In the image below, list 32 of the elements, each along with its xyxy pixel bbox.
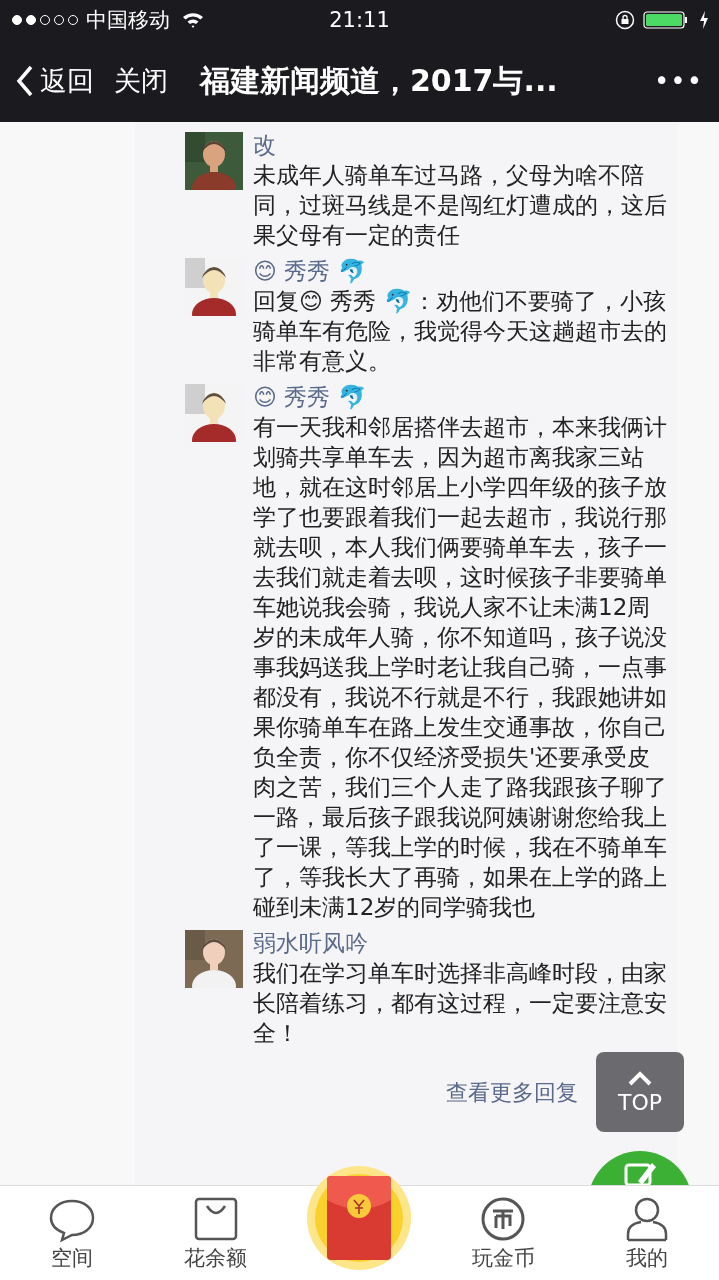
comment-text: 回复😊 秀秀 🐬：劝他们不要骑了，小孩骑单车有危险，我觉得今天这趟超市去的非常有意义。 [253,287,667,376]
page-title: 福建新闻频道，2017与... [200,61,559,100]
rotation-lock-icon [615,10,635,30]
commenter-name[interactable]: 弱水听风吟 [253,928,368,958]
chevron-up-icon [627,1069,653,1086]
comment-text: 未成年人骑单车过马路，父母为啥不陪同，过斑马线是不是闯红灯遭成的，这后果父母有一定的责任 [253,161,667,250]
tab-item[interactable]: 空间 [11,1198,132,1272]
chevron-left-icon [16,65,34,97]
carrier-name: 中国移动 [86,7,170,34]
signal-dot-icon [12,15,22,25]
charging-bolt-icon [699,10,709,30]
more-replies-link[interactable]: 查看更多回复 [446,1078,578,1108]
clock-time: 21:11 [329,8,390,32]
chat-bubble-icon [47,1198,96,1242]
back-button[interactable]: 返回 [16,63,94,99]
tab-item[interactable]: 我的 [587,1196,708,1272]
commenter-name[interactable]: 😊 秀秀 🐬 [253,256,367,286]
money-envelope-icon [307,1166,412,1270]
tab-item[interactable]: 花余额 [155,1196,276,1272]
close-link[interactable]: 关闭 [114,63,168,99]
wifi-icon [182,12,204,28]
shopping-bag-icon [192,1196,239,1242]
commenter-name[interactable]: 😊 秀秀 🐬 [253,382,367,412]
back-to-top-button[interactable]: TOP [596,1052,684,1132]
coin-icon [480,1196,527,1242]
commenter-name[interactable]: 改 [253,130,276,160]
person-icon [625,1196,670,1242]
comment-text: 有一天我和邻居搭伴去超市，本来我俩计划骑共享单车去，因为超市离我家三站地，就在这时邻居上小学四年级的孩子放学了也要跟着我们一起去超市，我说行那就去呗，本人我们俩要骑单车去，孩子一去我们就走着去呗，这时候孩子非要骑单车她说我会骑，我说人家不让未满12周岁的未成年人骑，你不知道吗，孩子说没事我妈送我上学时老让我自己骑，一点事都没有，我说不行就是不行，我跟她讲如果你骑单车在路上发生交通事故，你自己负全责，你不仅经济受损失'还要承受皮肉之苦，我们三个人走了路我跟孩子聊了一路，最后孩子跟我说阿姨谢谢您给我上了一课，等我上学的时候，我在不骑单车了，等我长大了再骑，如果在上学的路上碰到未满12岁的同学骑我也 [253,413,667,922]
more-button[interactable]: ••• [654,66,703,96]
tab-item[interactable]: 玩金币 [443,1196,564,1272]
comment-text: 我们在学习单车时选择非高峰时段，由家长陪着练习，都有这过程，一定要注意安全！ [253,959,667,1048]
signal-dot-icon [26,15,36,25]
